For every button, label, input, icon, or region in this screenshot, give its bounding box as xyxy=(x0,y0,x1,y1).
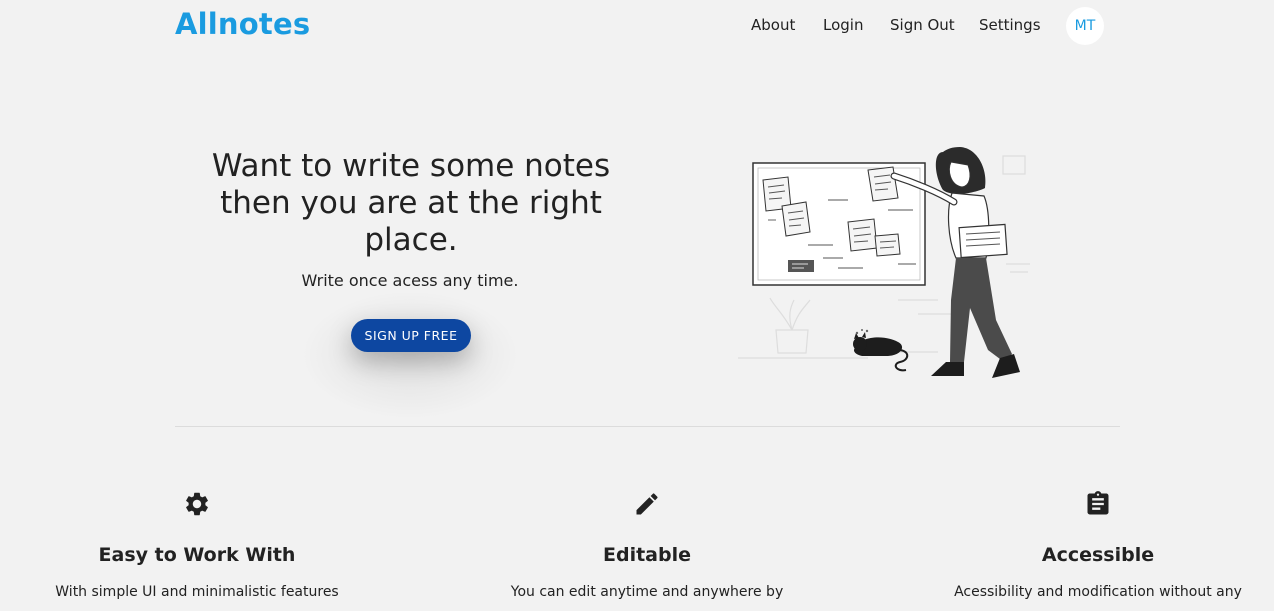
nav-link-login[interactable]: Login xyxy=(823,16,863,34)
gear-icon xyxy=(186,492,208,516)
feature-text: You can edit anytime and anywhere by xyxy=(510,584,784,600)
feature-title: Editable xyxy=(603,544,691,566)
nav-link-sign-out[interactable]: Sign Out xyxy=(890,16,955,34)
clipboard-icon xyxy=(1087,491,1109,515)
nav-link-about[interactable]: About xyxy=(751,16,795,34)
cta-glow xyxy=(300,290,520,420)
feature-editable: Editable You can edit anytime and anywhe… xyxy=(477,490,817,600)
hero-subtitle: Write once acess any time. xyxy=(301,271,519,290)
sign-up-free-button[interactable]: SIGN UP FREE xyxy=(351,319,471,352)
woman-pinning-notes-illustration xyxy=(738,147,1030,378)
section-divider xyxy=(175,426,1120,427)
feature-title: Easy to Work With xyxy=(98,544,296,566)
user-avatar[interactable]: MT xyxy=(1066,7,1104,45)
hero-title: Want to write some notes then you are at… xyxy=(211,148,611,258)
brand-logo[interactable]: Allnotes xyxy=(175,7,310,41)
nav-link-settings[interactable]: Settings xyxy=(979,16,1041,34)
feature-easy-to-work-with: Easy to Work With With simple UI and min… xyxy=(27,490,367,600)
feature-text: Acessibility and modification without an… xyxy=(954,584,1242,600)
feature-text: With simple UI and minimalistic features xyxy=(55,584,339,600)
pencil-icon xyxy=(636,493,658,515)
feature-title: Accessible xyxy=(1041,544,1155,566)
feature-accessible: Accessible Acessibility and modification… xyxy=(928,490,1268,600)
top-navbar: Allnotes About Login Sign Out Settings M… xyxy=(0,0,1274,52)
